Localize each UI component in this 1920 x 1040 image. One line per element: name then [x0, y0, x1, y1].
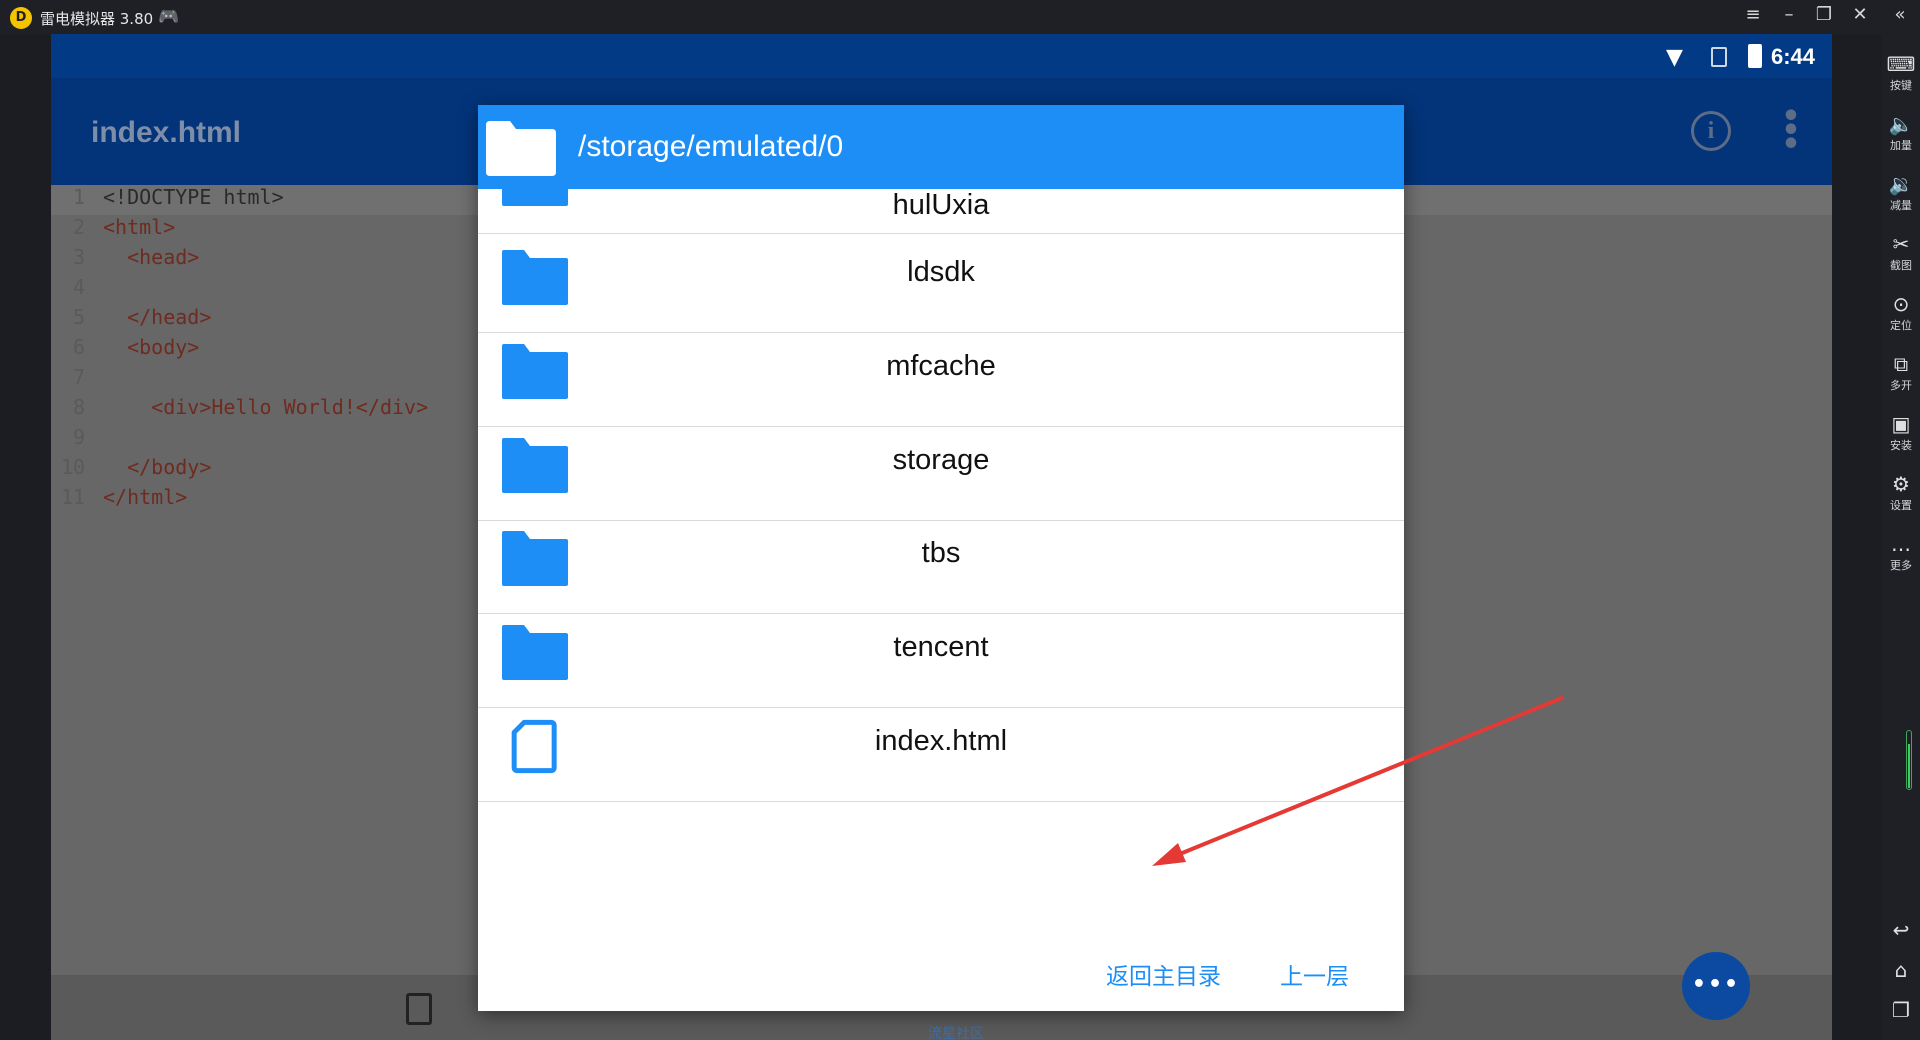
keyboard-icon: ⌨ [1886, 52, 1916, 76]
code-text: <html> [103, 215, 176, 239]
side-tool-label: 按键 [1890, 79, 1912, 92]
emulator-side-toolbar: ⌨ 按键 🔈 加量 🔉 减量 ✂ 截图 ⊙ 定位 ⧉ 多开 ▣ 安装 ⚙ 设置 … 更多 [1882, 34, 1920, 1040]
file-list[interactable]: hulUxia ldsdk mfcache storage tbs tencent inde… [478, 189, 1404, 907]
code-text: </head> [103, 305, 212, 329]
side-tool-gear[interactable]: ⚙ 设置 [1882, 472, 1920, 513]
side-tool-label: 截图 [1890, 259, 1912, 272]
apk-install-icon: ▣ [1891, 412, 1911, 436]
folder-name: tencent [893, 631, 989, 663]
side-tool-label: 安装 [1890, 439, 1912, 452]
close-icon[interactable]: ✕ [1848, 4, 1872, 25]
more-icon: … [1891, 532, 1911, 556]
side-tool-more[interactable]: … 更多 [1882, 532, 1920, 573]
side-tool-location[interactable]: ⊙ 定位 [1882, 292, 1920, 333]
side-tool-volume-up[interactable]: 🔈 加量 [1882, 112, 1920, 153]
multi-instance-icon: ⧉ [1893, 352, 1909, 376]
side-tool-volume-down[interactable]: 🔉 减量 [1882, 172, 1920, 213]
line-number: 8 [72, 395, 85, 419]
menu-icon[interactable]: ≡ [1741, 4, 1765, 25]
line-number: 11 [61, 485, 86, 509]
current-path: /storage/emulated/0 [578, 130, 844, 163]
code-text: <!DOCTYPE html> [103, 185, 284, 209]
back-icon[interactable]: ↩ [1882, 918, 1920, 942]
side-tool-multi-instance[interactable]: ⧉ 多开 [1882, 352, 1920, 393]
folder-name: tbs [921, 537, 961, 569]
emulator-title-bar: D 雷电模拟器 3.80 🎮 ≡ – ❐ ✕ « [0, 0, 1920, 34]
line-number: 1 [72, 185, 85, 209]
collapse-icon[interactable]: « [1888, 4, 1912, 25]
line-number: 9 [72, 425, 85, 449]
no-sim-icon [1711, 47, 1727, 67]
code-text: <head> [103, 245, 200, 269]
file-picker-dialog: /storage/emulated/0 hulUxia ldsdk mfcache s… [478, 105, 1404, 1011]
file-row[interactable]: index.html [478, 687, 1404, 802]
minimize-icon[interactable]: – [1777, 4, 1801, 25]
code-text: </body> [103, 455, 212, 479]
side-tool-apk-install[interactable]: ▣ 安装 [1882, 412, 1920, 453]
line-number: 4 [72, 275, 85, 299]
watermark-text: 流星社区 [928, 1026, 984, 1040]
code-text: <div>Hello World!</div> [103, 395, 429, 419]
folder-name: storage [892, 444, 990, 476]
side-tool-label: 多开 [1890, 379, 1912, 392]
emulator-title: 雷电模拟器 3.80 [40, 10, 154, 28]
home-icon[interactable]: ⌂ [1882, 958, 1920, 982]
status-time: 6:44 [1771, 44, 1816, 69]
code-text: <body> [103, 335, 200, 359]
line-number: 10 [61, 455, 86, 479]
line-number: 5 [72, 305, 85, 329]
overflow-menu-icon[interactable]: • • • [1781, 102, 1801, 160]
home-directory-button[interactable]: 返回主目录 [1106, 957, 1221, 991]
restore-icon[interactable]: ❐ [1812, 4, 1836, 25]
fab-more-button[interactable]: ••• [1682, 952, 1750, 1020]
line-number: 2 [72, 215, 85, 239]
gamepad-icon[interactable]: 🎮 [158, 7, 179, 27]
file-icon[interactable] [406, 993, 432, 1025]
line-number: 7 [72, 365, 85, 389]
file-name: index.html [874, 725, 1008, 757]
line-number: 6 [72, 335, 85, 359]
side-tool-scissors[interactable]: ✂ 截图 [1882, 232, 1920, 273]
dialog-header: /storage/emulated/0 [478, 105, 1404, 189]
battery-icon [1748, 44, 1762, 68]
line-number: 3 [72, 245, 85, 269]
status-bar: ▼ 6:44 [51, 34, 1832, 78]
info-icon[interactable]: i [1691, 111, 1731, 151]
folder-name: ldsdk [907, 256, 975, 288]
dialog-actions: 返回主目录 上一层 [478, 907, 1404, 1011]
volume-slider[interactable] [1906, 730, 1912, 790]
side-tool-label: 定位 [1890, 319, 1912, 332]
folder-icon [486, 121, 556, 176]
volume-down-icon: 🔉 [1888, 172, 1914, 196]
parent-directory-button[interactable]: 上一层 [1280, 957, 1349, 991]
scissors-icon: ✂ [1892, 232, 1910, 256]
side-tool-keyboard[interactable]: ⌨ 按键 [1882, 52, 1920, 93]
app-title: index.html [91, 116, 242, 149]
code-text: </html> [103, 485, 188, 509]
folder-name: mfcache [886, 350, 996, 382]
side-tool-label: 更多 [1890, 559, 1912, 572]
wifi-icon: ▼ [1666, 45, 1683, 70]
recents-icon[interactable]: ❐ [1882, 998, 1920, 1022]
side-tool-label: 加量 [1890, 139, 1912, 152]
volume-up-icon: 🔈 [1888, 112, 1914, 136]
emulator-logo-icon: D [10, 7, 32, 29]
side-tool-label: 设置 [1890, 499, 1912, 512]
side-tool-label: 减量 [1890, 199, 1912, 212]
gear-icon: ⚙ [1892, 472, 1910, 496]
location-icon: ⊙ [1892, 292, 1910, 316]
